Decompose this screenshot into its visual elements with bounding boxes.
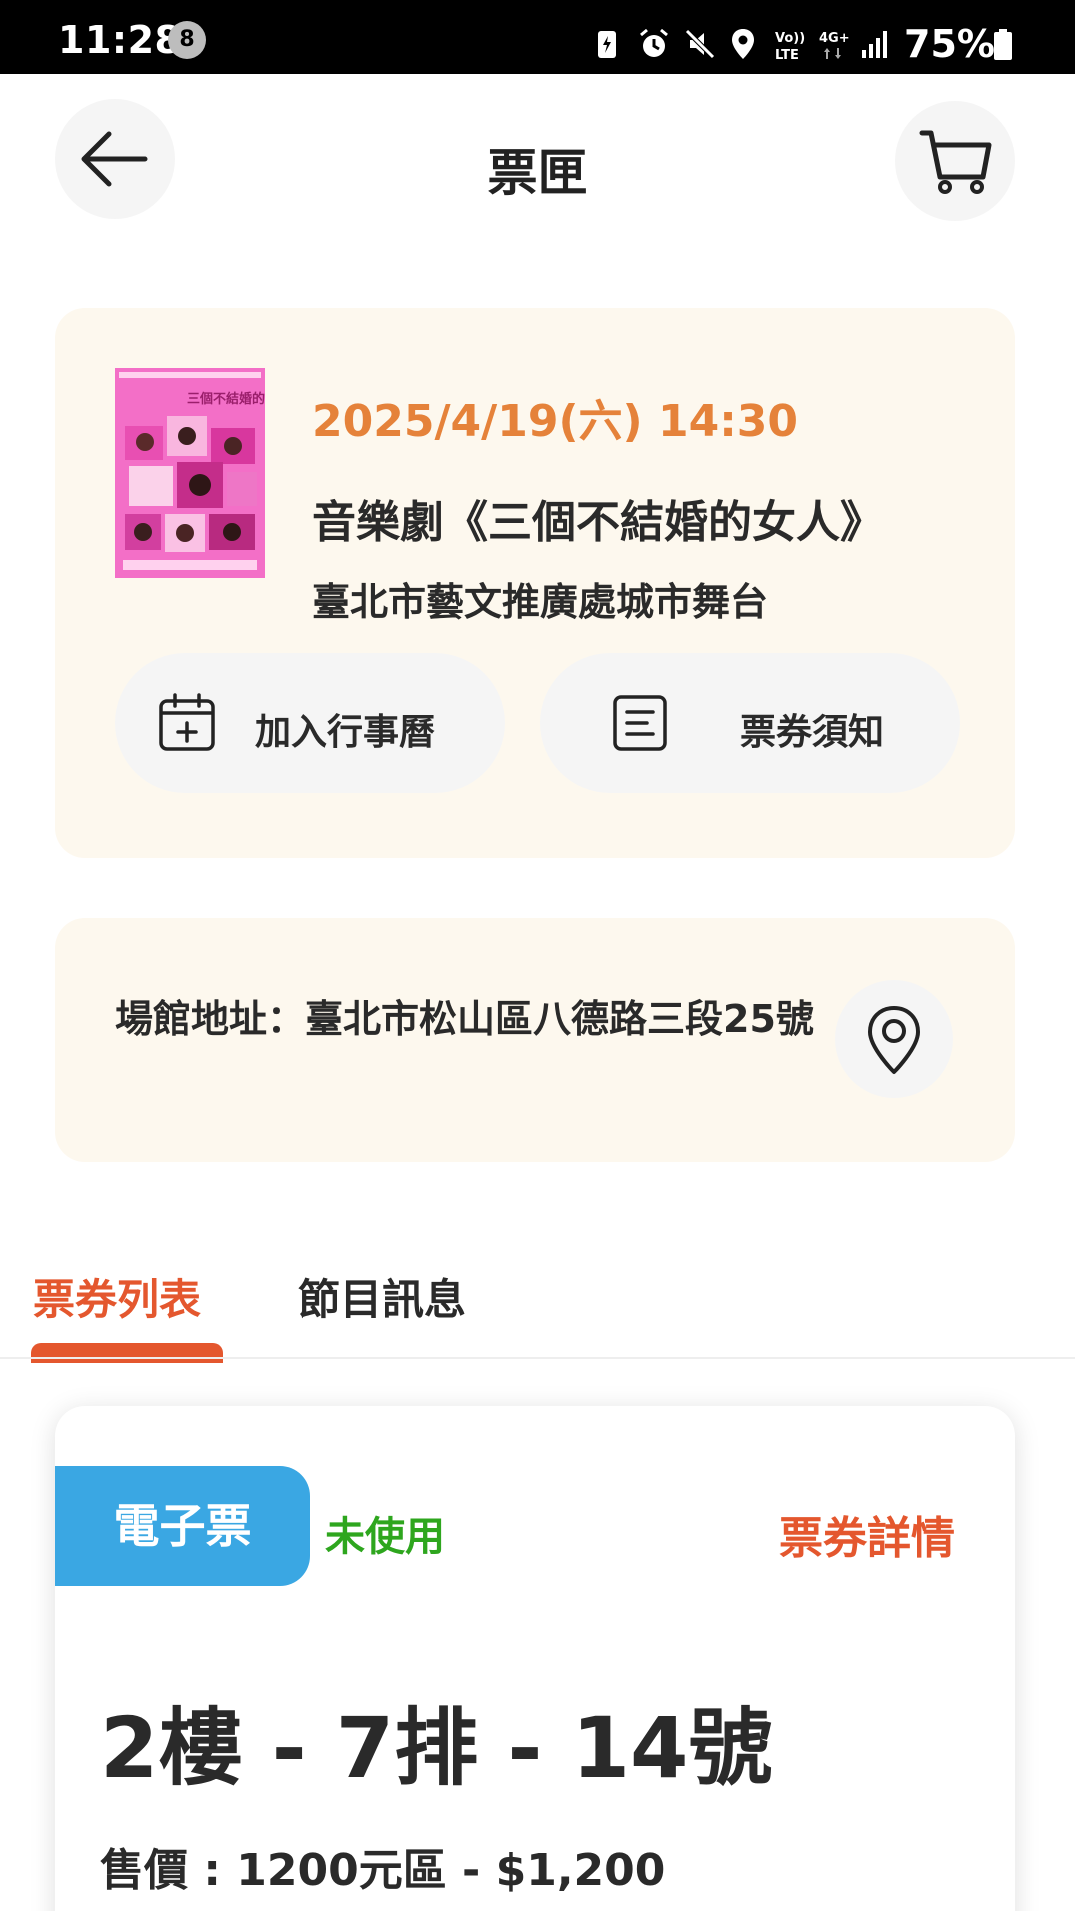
notification-count-badge: 8 [168, 21, 206, 59]
poster-title: 三個不結婚的女人 [187, 391, 265, 407]
ticket-price: 售價 : 1200元區 - $1,200 [100, 1845, 666, 1896]
active-tab-indicator [31, 1343, 223, 1363]
event-venue: 臺北市藝文推廣處城市舞台 [312, 580, 769, 624]
add-to-calendar-button[interactable]: 加入行事曆 [115, 653, 505, 793]
svg-text:4G+: 4G+ [819, 31, 850, 46]
volte-icon: Vo)) LTE [775, 31, 805, 62]
status-time: 11:28 [58, 18, 182, 62]
document-icon [613, 695, 667, 751]
svg-text:LTE: LTE [775, 48, 799, 62]
location-icon [732, 29, 754, 59]
4g-icon: 4G+ [819, 31, 850, 59]
battery-saver-icon [598, 31, 616, 58]
add-to-calendar-label: 加入行事曆 [255, 712, 436, 753]
venue-address-card: 場館地址：臺北市松山區八德路三段25號 [55, 918, 1015, 1162]
alarm-icon [640, 28, 668, 57]
tab-program-info[interactable]: 節目訊息 [298, 1266, 466, 1327]
calendar-add-icon [159, 693, 215, 751]
cart-button[interactable] [895, 101, 1015, 221]
event-title: 音樂劇《三個不結婚的女人》 [312, 497, 884, 548]
ticket-card[interactable]: 電子票 未使用 票券詳情 2樓 - 7排 - 14號 售價 : 1200元區 -… [55, 1406, 1015, 1911]
map-pin-icon [868, 1006, 920, 1074]
event-card: 三個不結婚的女人 2025/4/19(六) 14:30 [55, 308, 1015, 858]
ticket-details-link[interactable]: 票券詳情 [779, 1502, 955, 1566]
event-poster[interactable]: 三個不結婚的女人 [115, 368, 265, 578]
cart-icon [919, 130, 992, 194]
svg-text:Vo)): Vo)) [775, 31, 805, 46]
venue-address: 場館地址：臺北市松山區八德路三段25號 [115, 997, 814, 1041]
tab-ticket-list[interactable]: 票券列表 [33, 1266, 201, 1327]
eticket-badge: 電子票 [55, 1466, 310, 1586]
status-bar: 11:28 8 Vo)) LTE 4G+ 75% [0, 0, 1075, 74]
event-datetime: 2025/4/19(六) 14:30 [312, 396, 799, 447]
mute-icon [685, 29, 715, 59]
ticket-seat: 2樓 - 7排 - 14號 [100, 1699, 773, 1797]
ticket-notice-label: 票券須知 [740, 712, 885, 753]
battery-percent: 75% [904, 22, 995, 66]
ticket-wallet-screen: 11:28 8 Vo)) LTE 4G+ 75% 票匣 三個不結婚的 2025/… [0, 0, 1075, 1911]
signal-icon [862, 31, 887, 58]
ticket-notice-button[interactable]: 票券須知 [540, 653, 960, 793]
map-button[interactable] [835, 980, 953, 1098]
tab-divider [0, 1357, 1075, 1359]
battery-icon [994, 29, 1012, 60]
ticket-status: 未使用 [325, 1514, 445, 1560]
